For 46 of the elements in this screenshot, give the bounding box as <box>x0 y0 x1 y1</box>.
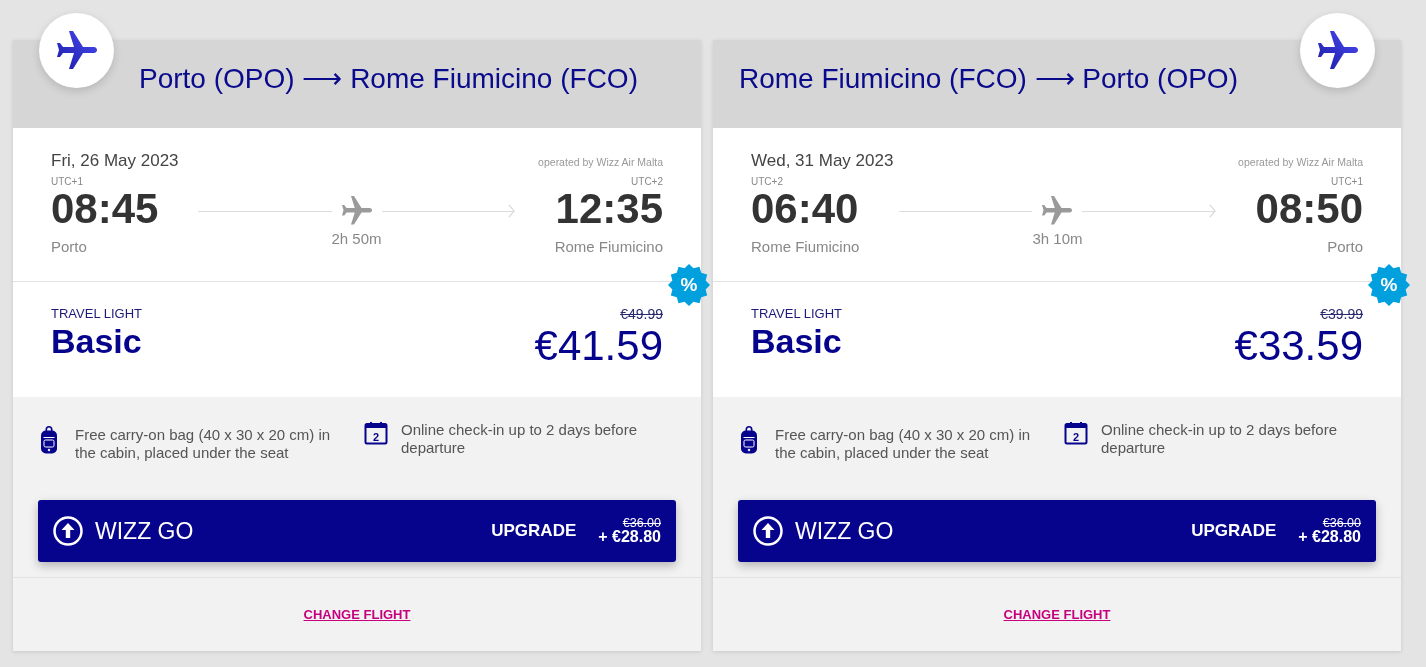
fare-name: Basic <box>751 321 842 361</box>
flight-date: Wed, 31 May 2023 <box>751 151 894 171</box>
airplane-icon <box>1300 13 1375 88</box>
arrival-city: Rome Fiumicino <box>554 238 663 256</box>
change-flight-link[interactable]: CHANGE FLIGHT <box>303 607 411 622</box>
arrival-time: 12:35 <box>555 188 663 230</box>
departure-time: 06:40 <box>751 188 859 230</box>
airplane-icon <box>1042 196 1073 226</box>
change-flight-link[interactable]: CHANGE FLIGHT <box>1003 607 1111 622</box>
fare-tag: TRAVEL LIGHT <box>51 306 143 321</box>
fare-tag: TRAVEL LIGHT <box>751 306 843 321</box>
calendar-icon: 2 <box>1064 421 1088 445</box>
feature-text: Online check-in up to 2 days before departure <box>1101 421 1338 457</box>
timezone-label: UTC+1 <box>51 176 83 188</box>
discount-badge: % <box>1368 264 1410 306</box>
backpack-icon <box>740 426 758 454</box>
operator-note: operated by Wizz Air Malta <box>1238 156 1363 168</box>
airplane-icon <box>341 196 372 226</box>
upgrade-button[interactable]: WIZZ GO UPGRADE €36.00 + €28.80 <box>738 500 1376 562</box>
feature-text: Online check-in up to 2 days before departure <box>401 421 638 457</box>
upgrade-button[interactable]: WIZZ GO UPGRADE €36.00 + €28.80 <box>38 500 676 562</box>
route-title: Rome Fiumicino (FCO) ⟶ Porto (OPO) <box>739 62 1238 96</box>
departure-city: Rome Fiumicino <box>751 238 860 256</box>
original-price: €39.99 <box>1320 306 1363 323</box>
feature-text: Free carry-on bag (40 x 30 x 20 cm) in the cabin, placed under the seat <box>75 426 332 462</box>
departure-city: Porto <box>51 238 87 256</box>
arrival-time: 08:50 <box>1255 188 1363 230</box>
timezone-label: UTC+2 <box>631 176 663 188</box>
backpack-icon <box>40 426 58 454</box>
discount-badge: % <box>668 264 710 306</box>
route-title: Porto (OPO) ⟶ Rome Fiumicino (FCO) <box>139 62 638 96</box>
flight-duration: 2h 50m <box>331 230 382 247</box>
timezone-label: UTC+2 <box>751 176 783 188</box>
calendar-icon: 2 <box>364 421 388 445</box>
flight-date: Fri, 26 May 2023 <box>51 151 179 171</box>
fare-price: €33.59 <box>1234 323 1363 369</box>
airplane-icon <box>39 13 114 88</box>
fare-name: Basic <box>51 321 142 361</box>
original-price: €49.99 <box>620 306 663 323</box>
timezone-label: UTC+1 <box>1331 176 1363 188</box>
feature-text: Free carry-on bag (40 x 30 x 20 cm) in the cabin, placed under the seat <box>775 426 1032 462</box>
fare-price: €41.59 <box>534 323 663 369</box>
arrival-city: Porto <box>1327 238 1363 256</box>
flight-duration: 3h 10m <box>1032 230 1083 247</box>
departure-time: 08:45 <box>51 188 159 230</box>
operator-note: operated by Wizz Air Malta <box>538 156 663 168</box>
